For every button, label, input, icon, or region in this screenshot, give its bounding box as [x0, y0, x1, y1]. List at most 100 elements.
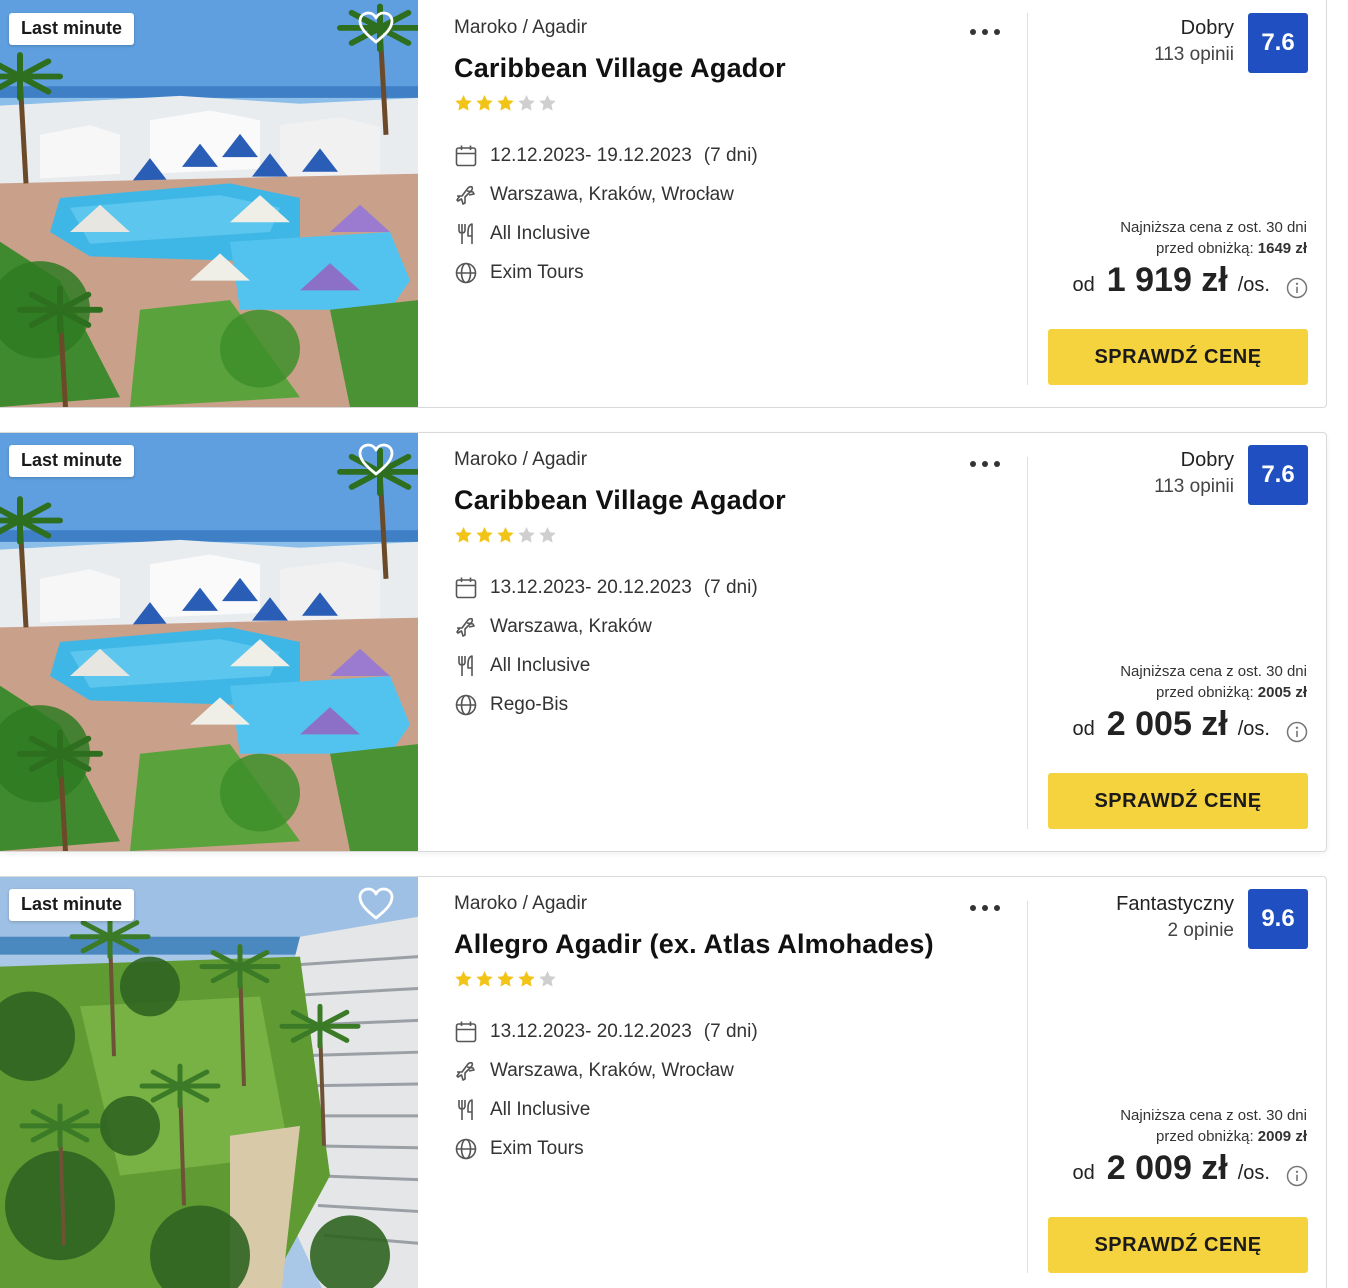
- column-divider: [1027, 457, 1028, 829]
- operator-row: Exim Tours: [454, 253, 1014, 292]
- calendar-icon: [455, 1021, 477, 1042]
- lowest-price-line1: Najniższa cena z ost. 30 dni: [1120, 663, 1307, 680]
- lowest-price-value: 1649 zł: [1257, 240, 1307, 257]
- cutlery-icon: [458, 1098, 473, 1120]
- hotel-photo-image: [0, 877, 418, 1288]
- board-row: All Inclusive: [454, 214, 1014, 253]
- price-amount: 2 005 zł: [1106, 705, 1228, 743]
- price-prefix: od: [1072, 274, 1095, 296]
- lowest-price-line2: przed obniżką:: [1156, 684, 1254, 701]
- departures-row: Warszawa, Kraków: [454, 607, 1014, 646]
- cutlery-icon: [458, 654, 473, 676]
- hotel-photo-image: [0, 0, 418, 407]
- star-filled-icon: [497, 94, 514, 111]
- hotel-name[interactable]: Caribbean Village Agador: [454, 53, 1014, 84]
- check-price-button[interactable]: SPRAWDŹ CENĘ: [1048, 773, 1308, 829]
- heart-icon[interactable]: [358, 887, 394, 921]
- lowest-price-value: 2009 zł: [1257, 1128, 1307, 1145]
- offer-board: All Inclusive: [490, 1098, 591, 1120]
- offer-card-2[interactable]: Last minute Maroko / Agadir Caribbean Vi…: [0, 432, 1327, 852]
- hotel-rating[interactable]: Dobry 113 opinii 7.6: [1154, 13, 1308, 73]
- hotel-rating[interactable]: Fantastyczny 2 opinie 9.6: [1116, 889, 1308, 949]
- dates-row: 13.12.2023- 20.12.2023 (7 dni): [454, 568, 1014, 607]
- more-dots-icon[interactable]: [969, 901, 1001, 915]
- plane-icon: [456, 617, 475, 637]
- hotel-location[interactable]: Maroko / Agadir: [454, 893, 1014, 915]
- hotel-location[interactable]: Maroko / Agadir: [454, 17, 1014, 39]
- offer-duration: (7 dni): [703, 144, 758, 166]
- heart-icon[interactable]: [358, 443, 394, 477]
- lowest-price-line2: przed obniżką:: [1156, 240, 1254, 257]
- info-icon[interactable]: [1286, 1165, 1308, 1187]
- rating-score-badge: 7.6: [1248, 445, 1308, 505]
- cutlery-icon: [458, 222, 473, 244]
- info-icon[interactable]: [1286, 277, 1308, 299]
- price-unit: /os.: [1237, 1162, 1270, 1184]
- hotel-photo[interactable]: Last minute: [0, 0, 418, 407]
- offer-dates: 13.12.2023- 20.12.2023: [490, 1020, 692, 1042]
- offer-card-1[interactable]: Last minute Maroko / Agadir Caribbean Vi…: [0, 0, 1327, 408]
- calendar-icon: [455, 145, 477, 166]
- hotel-name[interactable]: Caribbean Village Agador: [454, 485, 1014, 516]
- star-filled-icon: [476, 970, 493, 987]
- price-amount: 1 919 zł: [1106, 261, 1228, 299]
- review-count[interactable]: 113 opinii: [1154, 476, 1234, 498]
- hotel-stars: [454, 970, 1014, 990]
- hotel-rating[interactable]: Dobry 113 opinii 7.6: [1154, 445, 1308, 505]
- lowest-price-line1: Najniższa cena z ost. 30 dni: [1120, 219, 1307, 236]
- globe-icon: [455, 694, 477, 715]
- column-divider: [1027, 13, 1028, 385]
- star-filled-icon: [476, 526, 493, 543]
- hotel-location[interactable]: Maroko / Agadir: [454, 449, 1014, 471]
- lowest-price-note: Najniższa cena z ost. 30 dni przed obniż…: [1120, 661, 1307, 703]
- heart-icon[interactable]: [358, 11, 394, 45]
- offer-info: Maroko / Agadir Caribbean Village Agador…: [454, 17, 1014, 292]
- offer-price: od 2 005 zł /os.: [1073, 705, 1270, 744]
- price-unit: /os.: [1237, 274, 1270, 296]
- check-price-button[interactable]: SPRAWDŹ CENĘ: [1048, 329, 1308, 385]
- lowest-price-line1: Najniższa cena z ost. 30 dni: [1120, 1107, 1307, 1124]
- star-empty-icon: [518, 526, 535, 543]
- offer-dates: 13.12.2023- 20.12.2023: [490, 576, 692, 598]
- review-count[interactable]: 113 opinii: [1154, 44, 1234, 66]
- dates-row: 12.12.2023- 19.12.2023 (7 dni): [454, 136, 1014, 175]
- star-empty-icon: [539, 94, 556, 111]
- star-filled-icon: [518, 970, 535, 987]
- star-filled-icon: [497, 526, 514, 543]
- offer-operator: Exim Tours: [490, 1137, 584, 1159]
- offer-card-3[interactable]: Last minute Maroko / Agadir Allegro Agad…: [0, 876, 1327, 1288]
- more-dots-icon[interactable]: [969, 25, 1001, 39]
- globe-icon: [455, 262, 477, 283]
- offer-price: od 2 009 zł /os.: [1073, 1149, 1270, 1188]
- dates-row: 13.12.2023- 20.12.2023 (7 dni): [454, 1012, 1014, 1051]
- hotel-stars: [454, 94, 1014, 114]
- check-price-button[interactable]: SPRAWDŹ CENĘ: [1048, 1217, 1308, 1273]
- globe-icon: [455, 1138, 477, 1159]
- lowest-price-value: 2005 zł: [1257, 684, 1307, 701]
- offer-departures: Warszawa, Kraków: [490, 615, 652, 637]
- more-dots-icon[interactable]: [969, 457, 1001, 471]
- price-prefix: od: [1072, 718, 1095, 740]
- lowest-price-line2: przed obniżką:: [1156, 1128, 1254, 1145]
- star-empty-icon: [539, 970, 556, 987]
- plane-icon: [456, 1061, 475, 1081]
- column-divider: [1027, 901, 1028, 1273]
- offer-board: All Inclusive: [490, 654, 591, 676]
- offer-duration: (7 dni): [703, 1020, 758, 1042]
- review-count[interactable]: 2 opinie: [1116, 920, 1234, 942]
- offer-info: Maroko / Agadir Allegro Agadir (ex. Atla…: [454, 893, 1014, 1168]
- hotel-name[interactable]: Allegro Agadir (ex. Atlas Almohades): [454, 929, 1014, 960]
- plane-icon: [456, 185, 475, 205]
- hotel-photo[interactable]: Last minute: [0, 433, 418, 851]
- offer-operator: Rego-Bis: [490, 693, 569, 715]
- hotel-stars: [454, 526, 1014, 546]
- rating-score-badge: 9.6: [1248, 889, 1308, 949]
- last-minute-badge: Last minute: [9, 445, 135, 477]
- hotel-photo[interactable]: Last minute: [0, 877, 418, 1288]
- rating-label: Fantastyczny: [1116, 893, 1234, 915]
- departures-row: Warszawa, Kraków, Wrocław: [454, 1051, 1014, 1090]
- calendar-icon: [455, 577, 477, 598]
- offer-info: Maroko / Agadir Caribbean Village Agador…: [454, 449, 1014, 724]
- info-icon[interactable]: [1286, 721, 1308, 743]
- offer-board: All Inclusive: [490, 222, 591, 244]
